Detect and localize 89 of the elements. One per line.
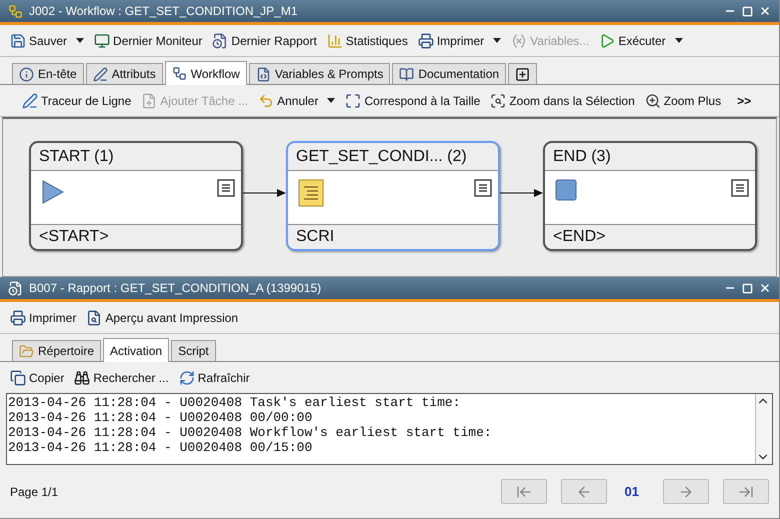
toolbar-button[interactable]: Copier <box>6 366 68 388</box>
connector-arrow <box>500 188 543 198</box>
caret-icon <box>76 38 84 43</box>
tab[interactable]: Variables & Prompts <box>248 63 390 84</box>
list-icon[interactable] <box>474 179 492 197</box>
toolbar-button[interactable]: Aperçu avant Impression <box>82 306 242 328</box>
info-document-icon <box>19 66 34 82</box>
tab[interactable]: Répertoire <box>12 340 102 361</box>
connector-arrow <box>243 188 286 198</box>
last-page-icon <box>738 484 754 500</box>
add-document-icon <box>141 92 158 108</box>
tab[interactable]: Attributs <box>86 63 163 84</box>
add-tab-button[interactable] <box>508 63 538 84</box>
tab[interactable]: Workflow <box>164 61 247 85</box>
node-type: <END> <box>552 227 606 247</box>
workflow-icon <box>172 66 187 81</box>
scrollbar[interactable] <box>755 394 772 464</box>
square-end-icon <box>555 179 577 201</box>
report-clock-icon <box>212 32 228 48</box>
tab[interactable]: Activation <box>103 338 170 362</box>
last-page-button[interactable] <box>723 479 769 504</box>
print-preview-icon <box>86 310 102 326</box>
maximize-icon[interactable] <box>742 282 753 294</box>
play-triangle-icon <box>41 179 65 205</box>
toolbar-button[interactable]: Dernier Rapport <box>208 30 321 52</box>
tab[interactable]: Documentation <box>392 63 506 84</box>
toolbar-button[interactable]: Imprimer <box>414 30 506 52</box>
maximize-icon[interactable] <box>742 6 753 16</box>
log-line: 2013-04-26 11:28:04 - U0020408 Task's earliest start time: <box>8 395 462 410</box>
page-label: Page 1/1 <box>10 484 60 498</box>
first-page-icon <box>516 484 532 500</box>
script-note-icon <box>298 179 324 207</box>
close-icon[interactable] <box>759 5 771 17</box>
toolbar-button[interactable]: Correspond à la Taille <box>341 90 484 112</box>
caret-icon <box>493 38 502 43</box>
caret-icon <box>674 38 683 43</box>
node-type: <START> <box>38 227 110 247</box>
refresh-icon <box>178 370 195 386</box>
node-type: SCRI <box>295 227 336 247</box>
fit-icon <box>345 92 362 108</box>
list-icon[interactable] <box>731 179 749 197</box>
printer-icon <box>418 32 434 48</box>
printer-icon <box>10 310 26 326</box>
zoom-selection-icon <box>490 92 506 108</box>
copy-icon <box>10 370 26 386</box>
book-icon <box>399 66 414 82</box>
toolbar-button[interactable]: Rafraîchir <box>174 366 254 388</box>
chart-icon <box>326 32 343 48</box>
pen-icon <box>22 92 38 108</box>
toolbar-button[interactable]: Statistiques <box>322 30 412 52</box>
tab[interactable]: Script <box>171 340 216 361</box>
log-line: 2013-04-26 11:28:04 - U0020408 00/15:00 <box>8 440 314 455</box>
plus-icon <box>515 66 530 82</box>
workflow-node[interactable]: GET_SET_CONDI... (2) SCRI <box>286 141 500 251</box>
workflow-icon <box>8 4 23 18</box>
caret-icon <box>327 98 336 103</box>
window-title: B007 - Rapport : GET_SET_CONDITION_A (1399015) <box>29 281 322 295</box>
toolbar-button[interactable]: Zoom Plus <box>640 90 726 112</box>
log-line: 2013-04-26 11:28:04 - U0020408 Workflow's earliest start time: <box>8 425 493 440</box>
variable-icon <box>511 32 528 48</box>
toolbar-button[interactable]: Zoom dans la Sélection <box>486 90 639 112</box>
workflow-node[interactable]: START (1) <START> <box>29 141 243 251</box>
list-icon[interactable] <box>217 179 235 197</box>
left-arrow-icon <box>576 484 592 500</box>
close-icon[interactable] <box>759 282 771 294</box>
pencil-icon <box>92 66 108 82</box>
zoom-in-icon <box>644 92 661 108</box>
toolbar-button[interactable]: Traceur de Ligne <box>18 90 136 112</box>
page-number: 01 <box>624 484 640 499</box>
binoculars-icon <box>74 370 90 386</box>
toolbar-button[interactable]: Rechercher ... <box>70 366 173 388</box>
tab[interactable]: En-tête <box>12 63 84 84</box>
first-page-button[interactable] <box>500 479 547 504</box>
toolbar-button[interactable]: Exécuter <box>595 30 687 52</box>
toolbar-button[interactable]: Dernier Moniteur <box>90 30 206 52</box>
monitor-icon <box>94 32 110 48</box>
undo-icon <box>258 92 274 108</box>
more-button[interactable]: >> <box>733 90 756 110</box>
play-icon <box>599 32 616 48</box>
log-line: 2013-04-26 11:28:04 - U0020408 00/00:00 <box>8 410 314 425</box>
toolbar-button[interactable]: Sauver <box>6 30 88 52</box>
report-icon <box>8 280 23 296</box>
document-icon <box>256 66 271 82</box>
save-icon <box>10 32 26 48</box>
folder-icon <box>19 344 34 358</box>
toolbar-button[interactable]: Imprimer <box>6 306 80 328</box>
window-title: J002 - Workflow : GET_SET_CONDITION_JP_M1 <box>29 4 299 18</box>
workflow-node[interactable]: END (3) <END> <box>543 141 757 251</box>
toolbar-button[interactable]: Annuler <box>254 90 340 112</box>
